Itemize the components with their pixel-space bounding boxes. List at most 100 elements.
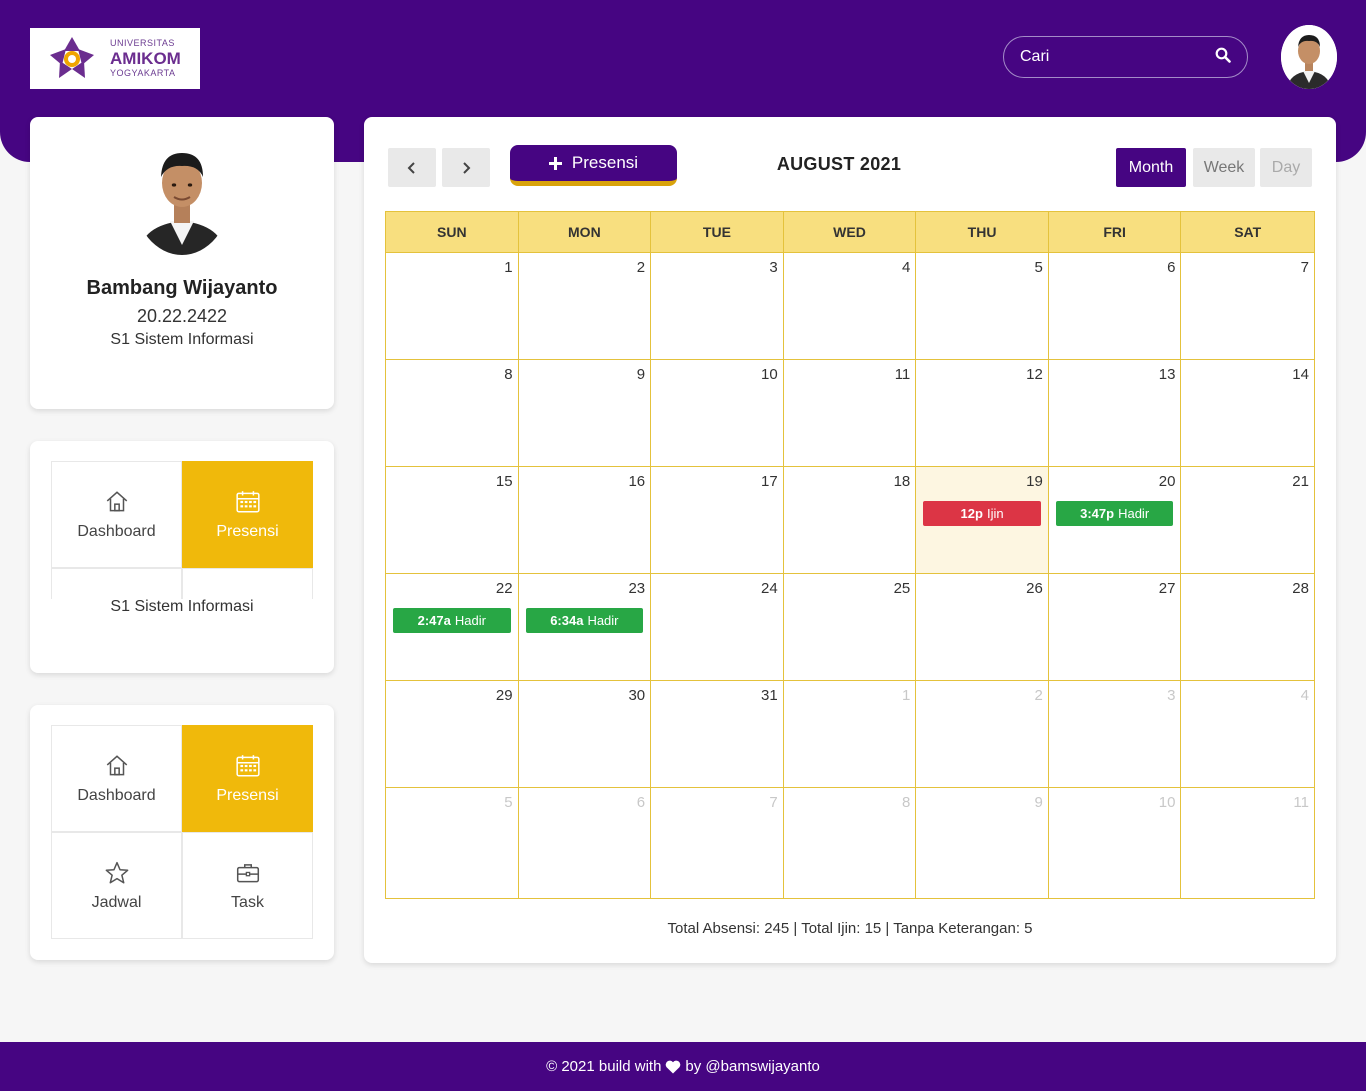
overlay-prodi-text: S1 Sistem Informasi — [110, 598, 254, 615]
calendar-day[interactable]: 4 — [783, 253, 917, 360]
prev-month-button[interactable] — [388, 148, 436, 187]
event-label: Hadir — [1118, 506, 1150, 521]
calendar-day[interactable]: 15 — [386, 467, 519, 574]
amikom-logo[interactable]: UNIVERSITAS AMIKOM YOGYAKARTA — [30, 28, 200, 89]
day-number: 14 — [1292, 366, 1309, 383]
day-number: 2 — [1034, 687, 1043, 704]
user-avatar[interactable] — [1281, 25, 1337, 89]
calendar-day[interactable]: 3 — [651, 253, 784, 360]
menu-presensi[interactable]: Presensi — [182, 725, 313, 832]
calendar-day[interactable]: 5 — [916, 253, 1049, 360]
calendar-day[interactable]: 14 — [1181, 360, 1314, 467]
day-number: 25 — [893, 580, 911, 597]
calendar-day[interactable]: 16 — [518, 467, 652, 574]
calendar-day[interactable]: 1 — [783, 681, 917, 788]
calendar-day[interactable]: 9 — [916, 788, 1049, 898]
day-number: 8 — [901, 794, 911, 811]
menu-jadwal-label: Jadwal — [91, 893, 142, 911]
calendar-day[interactable]: 8 — [784, 788, 917, 898]
calendar-day[interactable]: 18 — [783, 467, 917, 574]
calendar-day-today[interactable]: 19 12p Ijin — [916, 467, 1049, 574]
attendance-event[interactable]: 6:34a Hadir — [525, 608, 644, 633]
calendar-day[interactable]: 23 6:34a Hadir — [518, 574, 652, 681]
calendar-day[interactable]: 6 — [519, 788, 652, 898]
weekday-fri: FRI — [1048, 212, 1182, 253]
calendar-day[interactable]: 3 — [1048, 681, 1182, 788]
calendar-icon — [235, 490, 260, 513]
menu-dashboard[interactable]: Dashboard — [51, 725, 182, 832]
footer-suffix: by @bamswijayanto — [685, 1058, 820, 1075]
calendar-icon — [235, 754, 260, 777]
weekday-wed: WED — [783, 212, 917, 253]
menu-card-collapsed: Dashboard Presensi S1 Sistem Informasi — [30, 441, 334, 673]
attendance-event[interactable]: 2:47a Hadir — [393, 608, 511, 633]
calendar-week-row: 29 30 31 1 2 3 4 — [386, 681, 1314, 788]
menu-task[interactable]: Task — [182, 832, 313, 939]
calendar-day[interactable]: 8 — [386, 360, 519, 467]
menu-card: Dashboard Presensi Jadwal Task — [30, 705, 334, 960]
calendar-day[interactable]: 2 — [518, 253, 652, 360]
calendar-day[interactable]: 5 — [386, 788, 519, 898]
calendar-day[interactable]: 10 — [651, 360, 784, 467]
calendar-day[interactable]: 7 — [1181, 253, 1314, 360]
view-day-button[interactable]: Day — [1260, 148, 1312, 187]
attendance-event[interactable]: 3:47p Hadir — [1055, 501, 1174, 526]
calendar-day[interactable]: 20 3:47p Hadir — [1048, 467, 1182, 574]
day-number: 11 — [1293, 794, 1309, 811]
day-number: 22 — [495, 580, 513, 597]
calendar-day[interactable]: 21 — [1181, 467, 1314, 574]
day-number: 28 — [1292, 580, 1309, 597]
menu-presensi-label: Presensi — [216, 786, 279, 804]
calendar-day[interactable]: 30 — [518, 681, 652, 788]
search-input[interactable]: Cari — [1020, 48, 1215, 66]
calendar-day[interactable]: 9 — [518, 360, 652, 467]
calendar-day[interactable]: 10 — [1049, 788, 1182, 898]
weekday-sat: SAT — [1181, 212, 1314, 253]
calendar-day[interactable]: 26 — [916, 574, 1049, 681]
calendar-day[interactable]: 6 — [1048, 253, 1182, 360]
calendar-day[interactable]: 29 — [386, 681, 519, 788]
calendar-day[interactable]: 27 — [1048, 574, 1182, 681]
weekday-header: SUN MON TUE WED THU FRI SAT — [386, 212, 1314, 253]
calendar-day[interactable]: 25 — [783, 574, 917, 681]
search-box[interactable]: Cari — [1003, 36, 1248, 78]
logo-line-2: AMIKOM — [110, 49, 181, 68]
menu-presensi-label: Presensi — [216, 522, 279, 540]
day-number: 20 — [1158, 473, 1176, 490]
day-number: 5 — [504, 794, 513, 811]
calendar-day[interactable]: 11 — [783, 360, 917, 467]
logo-line-1: UNIVERSITAS — [110, 38, 175, 48]
calendar-day[interactable]: 11 — [1181, 788, 1314, 898]
add-presensi-label: Presensi — [571, 153, 639, 172]
calendar-day[interactable]: 13 — [1048, 360, 1182, 467]
menu-presensi[interactable]: Presensi — [182, 461, 313, 568]
add-presensi-button[interactable]: Presensi — [510, 145, 677, 186]
next-month-button[interactable] — [442, 148, 490, 187]
weekday-tue: TUE — [651, 212, 784, 253]
search-icon[interactable] — [1215, 47, 1231, 68]
event-label: Ijin — [986, 506, 1004, 521]
calendar-day[interactable]: 4 — [1181, 681, 1314, 788]
calendar-day[interactable]: 2 — [916, 681, 1049, 788]
calendar-day[interactable]: 1 — [386, 253, 519, 360]
calendar-day[interactable]: 22 2:47a Hadir — [386, 574, 519, 681]
calendar-day[interactable]: 12 — [916, 360, 1049, 467]
menu-jadwal-clipped[interactable] — [51, 568, 182, 599]
view-month-button[interactable]: Month — [1116, 148, 1186, 187]
calendar-day[interactable]: 28 — [1181, 574, 1314, 681]
weekday-thu: THU — [916, 212, 1049, 253]
day-number: 21 — [1292, 473, 1309, 490]
calendar-day[interactable]: 7 — [651, 788, 784, 898]
view-week-button[interactable]: Week — [1193, 148, 1255, 187]
menu-jadwal[interactable]: Jadwal — [51, 832, 182, 939]
menu-dashboard[interactable]: Dashboard — [51, 461, 182, 568]
calendar-day[interactable]: 31 — [651, 681, 784, 788]
event-time: 2:47a — [417, 613, 451, 628]
day-number: 26 — [1026, 580, 1043, 597]
attendance-event[interactable]: 12p Ijin — [923, 501, 1041, 526]
event-time: 3:47p — [1080, 506, 1115, 521]
logo-line-3: YOGYAKARTA — [110, 68, 176, 78]
calendar-day[interactable]: 24 — [651, 574, 784, 681]
calendar-day[interactable]: 17 — [651, 467, 784, 574]
menu-task-clipped[interactable] — [182, 568, 313, 599]
